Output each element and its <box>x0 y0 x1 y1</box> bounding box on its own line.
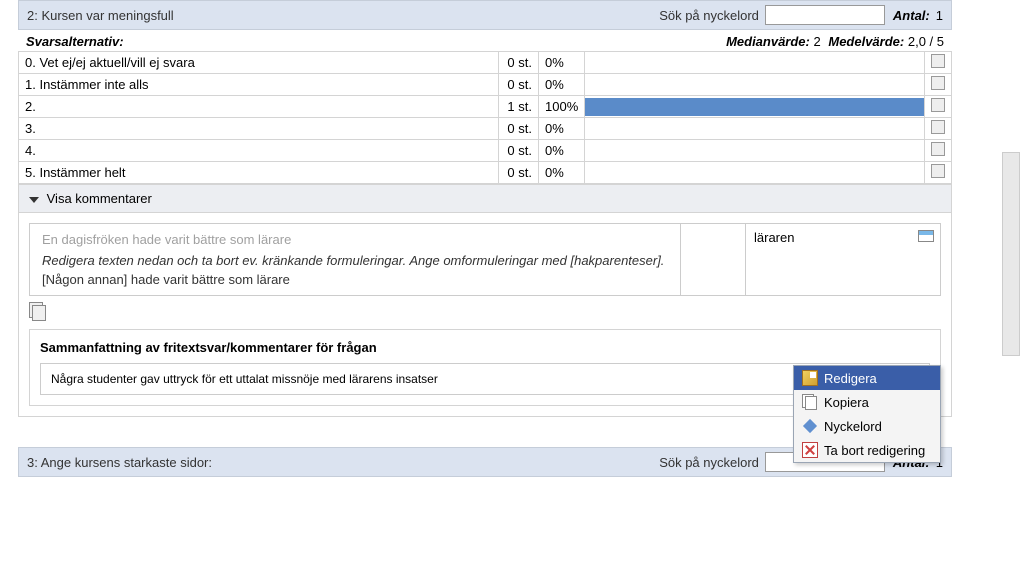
card-icon[interactable] <box>918 230 934 242</box>
comment-instructions: Redigera texten nedan och ta bort ev. kr… <box>42 253 668 268</box>
table-row: 1. Instämmer inte alls0 st.0% <box>19 74 952 96</box>
search-label-3: Sök på nyckelord <box>659 455 759 470</box>
answer-bar <box>585 140 925 162</box>
answer-label: 0. Vet ej/ej aktuell/vill ej svara <box>19 52 499 74</box>
question-2-title: 2: Kursen var meningsfull <box>27 8 659 23</box>
answer-pct: 0% <box>539 118 585 140</box>
answer-count: 0 st. <box>499 118 539 140</box>
answer-checkbox[interactable] <box>925 118 952 140</box>
svarsalternativ-label: Svarsalternativ: <box>26 34 726 49</box>
comment-original: En dagisfröken hade varit bättre som lär… <box>42 232 668 247</box>
answer-pct: 0% <box>539 74 585 96</box>
answer-checkbox[interactable] <box>925 162 952 184</box>
answer-count: 0 st. <box>499 162 539 184</box>
answer-bar <box>585 52 925 74</box>
menu-item-delete[interactable]: Ta bort redigering <box>794 438 940 462</box>
answer-label: 4. <box>19 140 499 162</box>
answer-count: 0 st. <box>499 140 539 162</box>
stats-header: Svarsalternativ: Medianvärde: 2 Medelvär… <box>18 30 952 51</box>
table-row: 4.0 st.0% <box>19 140 952 162</box>
answer-count: 1 st. <box>499 96 539 118</box>
answer-count: 0 st. <box>499 52 539 74</box>
menu-delete-label: Ta bort redigering <box>824 443 925 458</box>
answer-checkbox[interactable] <box>925 140 952 162</box>
search-label: Sök på nyckelord <box>659 8 759 23</box>
menu-copy-label: Kopiera <box>824 395 869 410</box>
keyword-text: läraren <box>754 230 794 245</box>
table-row: 3.0 st.0% <box>19 118 952 140</box>
comments-toggle-label: Visa kommentarer <box>47 191 152 206</box>
table-row: 5. Instämmer helt0 st.0% <box>19 162 952 184</box>
question-2-header: 2: Kursen var meningsfull Sök på nyckelo… <box>18 0 952 30</box>
answer-pct: 0% <box>539 162 585 184</box>
comments-toggle[interactable]: Visa kommentarer <box>18 184 952 213</box>
menu-edit-label: Redigera <box>824 371 877 386</box>
menu-item-keyword[interactable]: Nyckelord <box>794 414 940 438</box>
context-menu: Redigera Kopiera Nyckelord Ta bort redig… <box>793 365 941 463</box>
menu-item-copy[interactable]: Kopiera <box>794 390 940 414</box>
answer-bar <box>585 96 925 118</box>
question-3-title: 3: Ange kursens starkaste sidor: <box>27 455 659 470</box>
answer-pct: 100% <box>539 96 585 118</box>
comment-edit-box[interactable]: En dagisfröken hade varit bättre som lär… <box>29 223 681 296</box>
answer-pct: 0% <box>539 140 585 162</box>
answer-bar <box>585 118 925 140</box>
answer-bar <box>585 162 925 184</box>
summary-title: Sammanfattning av fritextsvar/kommentare… <box>40 340 930 355</box>
answer-label: 2. <box>19 96 499 118</box>
antal-value: 1 <box>936 8 943 23</box>
delete-icon <box>802 442 818 458</box>
median-value: 2 <box>814 34 821 49</box>
answer-label: 5. Instämmer helt <box>19 162 499 184</box>
answer-checkbox[interactable] <box>925 52 952 74</box>
answer-label: 3. <box>19 118 499 140</box>
keyword-search-input[interactable] <box>765 5 885 25</box>
copy-icon[interactable] <box>29 302 47 320</box>
comment-edited: [Någon annan] hade varit bättre som lära… <box>42 272 668 287</box>
answer-checkbox[interactable] <box>925 96 952 118</box>
copy-icon <box>802 394 818 410</box>
menu-keyword-label: Nyckelord <box>824 419 882 434</box>
answer-label: 1. Instämmer inte alls <box>19 74 499 96</box>
chevron-down-icon <box>29 197 39 203</box>
answer-checkbox[interactable] <box>925 74 952 96</box>
table-row: 0. Vet ej/ej aktuell/vill ej svara0 st.0… <box>19 52 952 74</box>
scrollbar[interactable] <box>1002 152 1020 356</box>
medel-value: 2,0 / 5 <box>908 34 944 49</box>
edit-icon <box>802 370 818 386</box>
antal-label: Antal: <box>893 8 930 23</box>
answer-count: 0 st. <box>499 74 539 96</box>
answer-bar <box>585 74 925 96</box>
comment-keyword-cell[interactable]: läraren <box>746 223 941 296</box>
comment-side-spacer <box>681 223 746 296</box>
menu-item-edit[interactable]: Redigera <box>794 366 940 390</box>
median-label: Medianvärde: <box>726 34 810 49</box>
table-row: 2.1 st.100% <box>19 96 952 118</box>
medel-label: Medelvärde: <box>828 34 904 49</box>
answer-table: 0. Vet ej/ej aktuell/vill ej svara0 st.0… <box>18 51 952 184</box>
answer-pct: 0% <box>539 52 585 74</box>
tag-icon <box>803 419 817 433</box>
